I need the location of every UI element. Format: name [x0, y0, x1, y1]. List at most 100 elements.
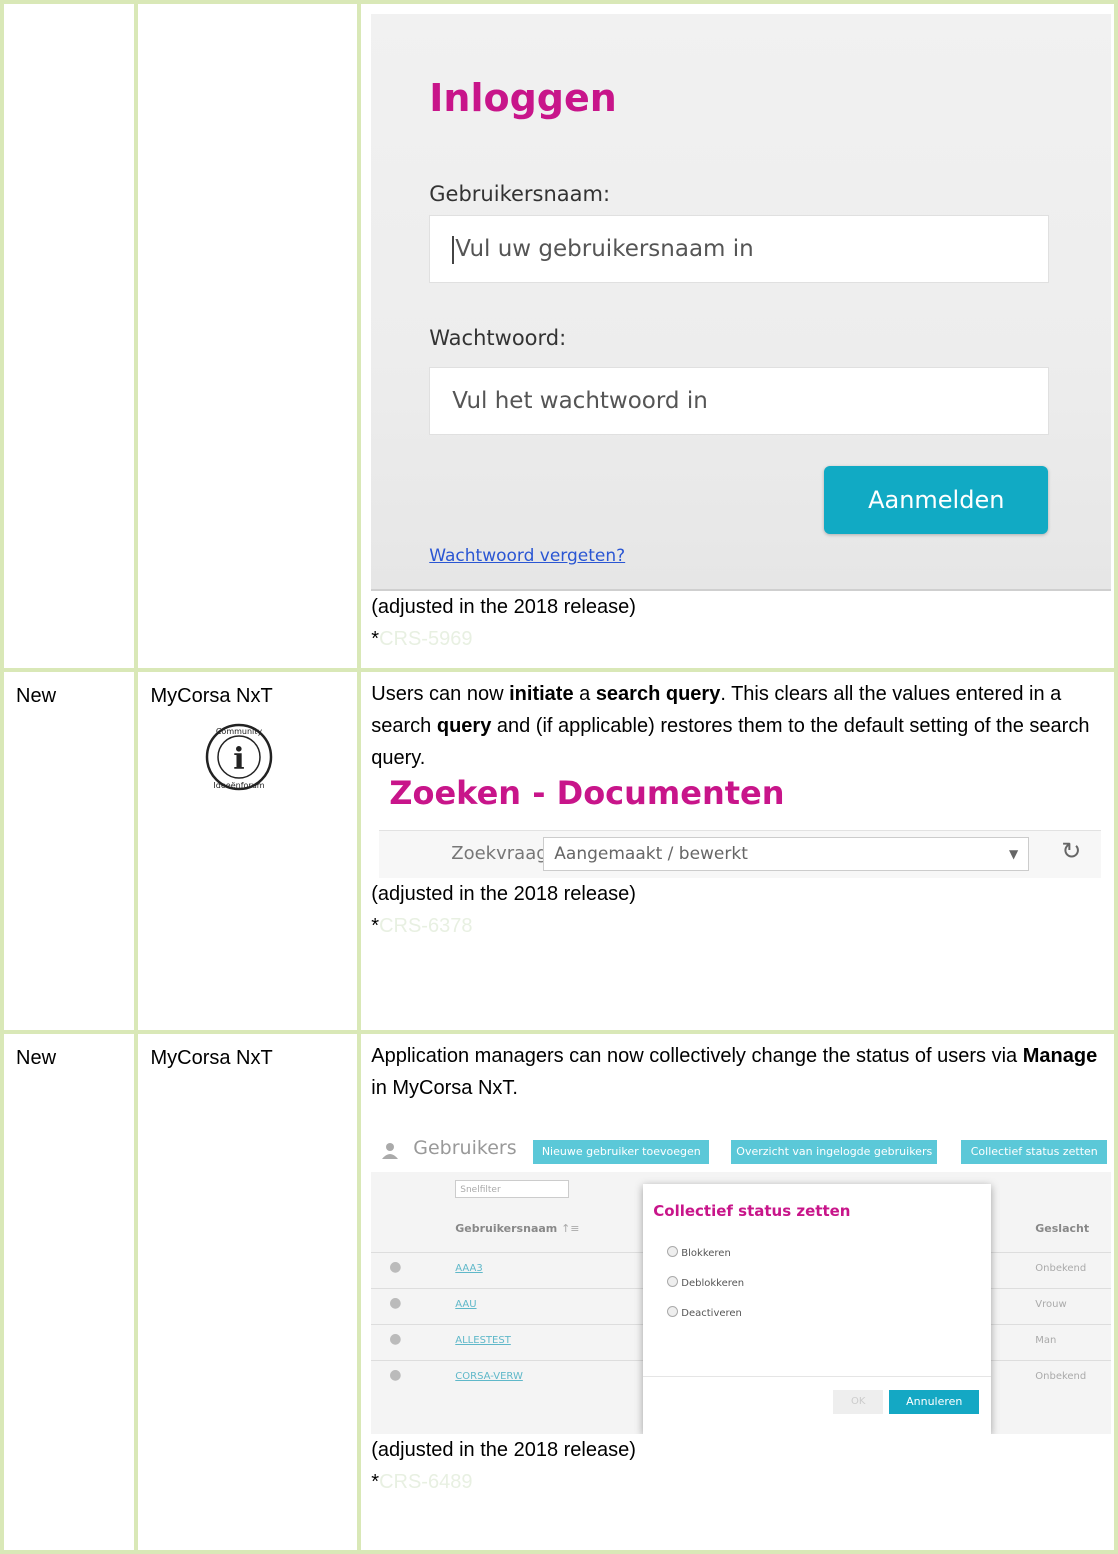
users-header: Gebruikers Nieuwe gebruiker toevoegen Ov…: [371, 1134, 1111, 1168]
login-screenshot: Inloggen Gebruikersnaam: Vul uw gebruike…: [371, 14, 1112, 591]
column-header-username[interactable]: Gebruikersnaam ↑≡: [455, 1222, 579, 1235]
type-text: New: [16, 685, 57, 707]
badge-top-text: Community: [216, 727, 263, 736]
gender-value: Vrouw: [1035, 1299, 1067, 1310]
reference-prefix: *: [371, 628, 380, 650]
module-cell: [134, 0, 362, 672]
username-link[interactable]: CORSA-VERW: [455, 1371, 523, 1382]
search-bar: Zoekvraag: Aangemaakt / bewerkt ▼ ↻: [379, 830, 1102, 878]
radio-icon: [667, 1276, 679, 1287]
gender-value: Onbekend: [1035, 1371, 1087, 1382]
radio-label: Deblokkeren: [681, 1278, 745, 1289]
username-link[interactable]: AAA3: [455, 1263, 482, 1274]
radio-block[interactable]: Blokkeren: [667, 1246, 731, 1259]
table-row: Inloggen Gebruikersnaam: Vul uw gebruike…: [0, 0, 1118, 672]
sort-icon[interactable]: ↑≡: [561, 1222, 579, 1235]
column-header-gender[interactable]: Geslacht: [1035, 1222, 1089, 1235]
release-notes-table: Inloggen Gebruikersnaam: Vul uw gebruike…: [0, 0, 1118, 1554]
cancel-button[interactable]: Annuleren: [889, 1390, 980, 1414]
password-label: Wachtwoord:: [429, 326, 567, 350]
desc-part: in MyCorsa NxT.: [371, 1077, 518, 1099]
username-link[interactable]: AAU: [455, 1299, 476, 1310]
search-screenshot: Zoeken - Documenten Zoekvraag: Aangemaak…: [361, 774, 1102, 878]
description-text: Users can now initiate a search query. T…: [361, 672, 1114, 774]
badge-bottom-text: Ideeënforum: [214, 781, 265, 790]
badge-letter: i: [234, 742, 245, 777]
module-text: [138, 4, 357, 12]
dialog-title: Collectief status zetten: [653, 1202, 851, 1220]
desc-bold: query: [436, 715, 492, 737]
reference: *CRS-6378: [361, 910, 1114, 942]
radio-unblock[interactable]: Deblokkeren: [667, 1276, 744, 1289]
reference: *CRS-6489: [361, 1466, 1114, 1498]
dialog-divider: [643, 1376, 992, 1377]
table-row: New MyCorsa NxT Community i Ideeënforum …: [0, 668, 1118, 1034]
forgot-password-link[interactable]: Wachtwoord vergeten?: [429, 546, 625, 566]
column-header-username-label: Gebruikersnaam: [455, 1222, 558, 1235]
adjusted-note: (adjusted in the 2018 release): [371, 596, 636, 618]
person-icon: [382, 1143, 399, 1159]
radio-icon: [667, 1246, 679, 1257]
description-cell: Users can now initiate a search query. T…: [357, 668, 1118, 1034]
adjusted-note: (adjusted in the 2018 release): [371, 1439, 636, 1461]
radio-deactivate[interactable]: Deactiveren: [667, 1306, 742, 1319]
desc-part: a: [573, 683, 596, 705]
text-caret: [452, 235, 455, 264]
desc-bold: initiate: [509, 683, 574, 705]
type-text: New: [16, 1047, 57, 1069]
radio-label: Deactiveren: [681, 1308, 742, 1319]
gender-value: Man: [1035, 1335, 1057, 1346]
password-placeholder: Vul het wachtwoord in: [452, 388, 708, 414]
type-cell: [0, 0, 139, 672]
person-icon: ●: [389, 1295, 402, 1311]
reference: *CRS-5969: [361, 623, 1114, 655]
reference-id[interactable]: CRS-6378: [379, 915, 472, 937]
desc-part: Users can now: [371, 683, 510, 705]
query-value: Aangemaakt / bewerkt: [554, 844, 748, 864]
desc-part: Application managers can now collectivel…: [371, 1045, 1023, 1067]
gender-value: Onbekend: [1035, 1263, 1087, 1274]
description-cell: Application managers can now collectivel…: [357, 1030, 1118, 1554]
person-icon: ●: [389, 1331, 402, 1347]
collective-status-button[interactable]: Collectief status zetten: [961, 1140, 1108, 1164]
description-text: Application managers can now collectivel…: [361, 1034, 1114, 1104]
search-title: Zoeken - Documenten: [389, 774, 785, 812]
username-placeholder: Vul uw gebruikersnaam in: [455, 236, 754, 262]
module-cell: MyCorsa NxT: [134, 1030, 362, 1554]
username-label: Gebruikersnaam:: [429, 182, 611, 206]
module-text: MyCorsa NxT: [150, 1047, 273, 1069]
table-row: New MyCorsa NxT Application managers can…: [0, 1030, 1118, 1554]
login-button[interactable]: Aanmelden: [824, 466, 1049, 534]
query-select[interactable]: Aangemaakt / bewerkt ▼: [543, 837, 1030, 871]
collective-status-dialog: Collectief status zetten Blokkeren Deblo…: [643, 1184, 992, 1434]
logged-in-overview-button[interactable]: Overzicht van ingelogde gebruikers: [731, 1140, 938, 1164]
radio-icon: [667, 1306, 679, 1317]
username-input[interactable]: Vul uw gebruikersnaam in: [429, 215, 1050, 283]
module-text: MyCorsa NxT: [150, 685, 273, 707]
person-icon: ●: [389, 1259, 402, 1275]
adjusted-note: (adjusted in the 2018 release): [371, 883, 636, 905]
refresh-icon[interactable]: ↻: [1061, 837, 1081, 866]
users-screenshot: Gebruikers Nieuwe gebruiker toevoegen Ov…: [371, 1134, 1112, 1434]
module-cell: MyCorsa NxT Community i Ideeënforum: [134, 668, 362, 1034]
dropdown-arrow-icon: ▼: [1009, 847, 1019, 861]
ok-button[interactable]: OK: [833, 1390, 884, 1414]
desc-bold: search query: [595, 683, 721, 705]
reference-id[interactable]: CRS-6489: [379, 1471, 472, 1493]
reference-prefix: *: [371, 1471, 380, 1493]
ideeenforum-badge-icon: Community i Ideeënforum: [206, 723, 273, 791]
quick-filter-input[interactable]: Snelfilter: [455, 1180, 570, 1198]
username-link[interactable]: ALLESTEST: [455, 1335, 511, 1346]
reference-prefix: *: [371, 915, 380, 937]
users-title: Gebruikers: [413, 1137, 517, 1159]
description-cell: Inloggen Gebruikersnaam: Vul uw gebruike…: [357, 0, 1118, 672]
query-label: Zoekvraag:: [451, 843, 554, 864]
person-icon: ●: [389, 1367, 402, 1383]
password-input[interactable]: Vul het wachtwoord in: [429, 367, 1050, 435]
type-text: [4, 4, 134, 12]
type-cell: New: [0, 1030, 139, 1554]
login-title: Inloggen: [429, 76, 617, 120]
reference-id[interactable]: CRS-5969: [379, 628, 472, 650]
new-user-button[interactable]: Nieuwe gebruiker toevoegen: [533, 1140, 710, 1164]
radio-label: Blokkeren: [681, 1248, 731, 1259]
